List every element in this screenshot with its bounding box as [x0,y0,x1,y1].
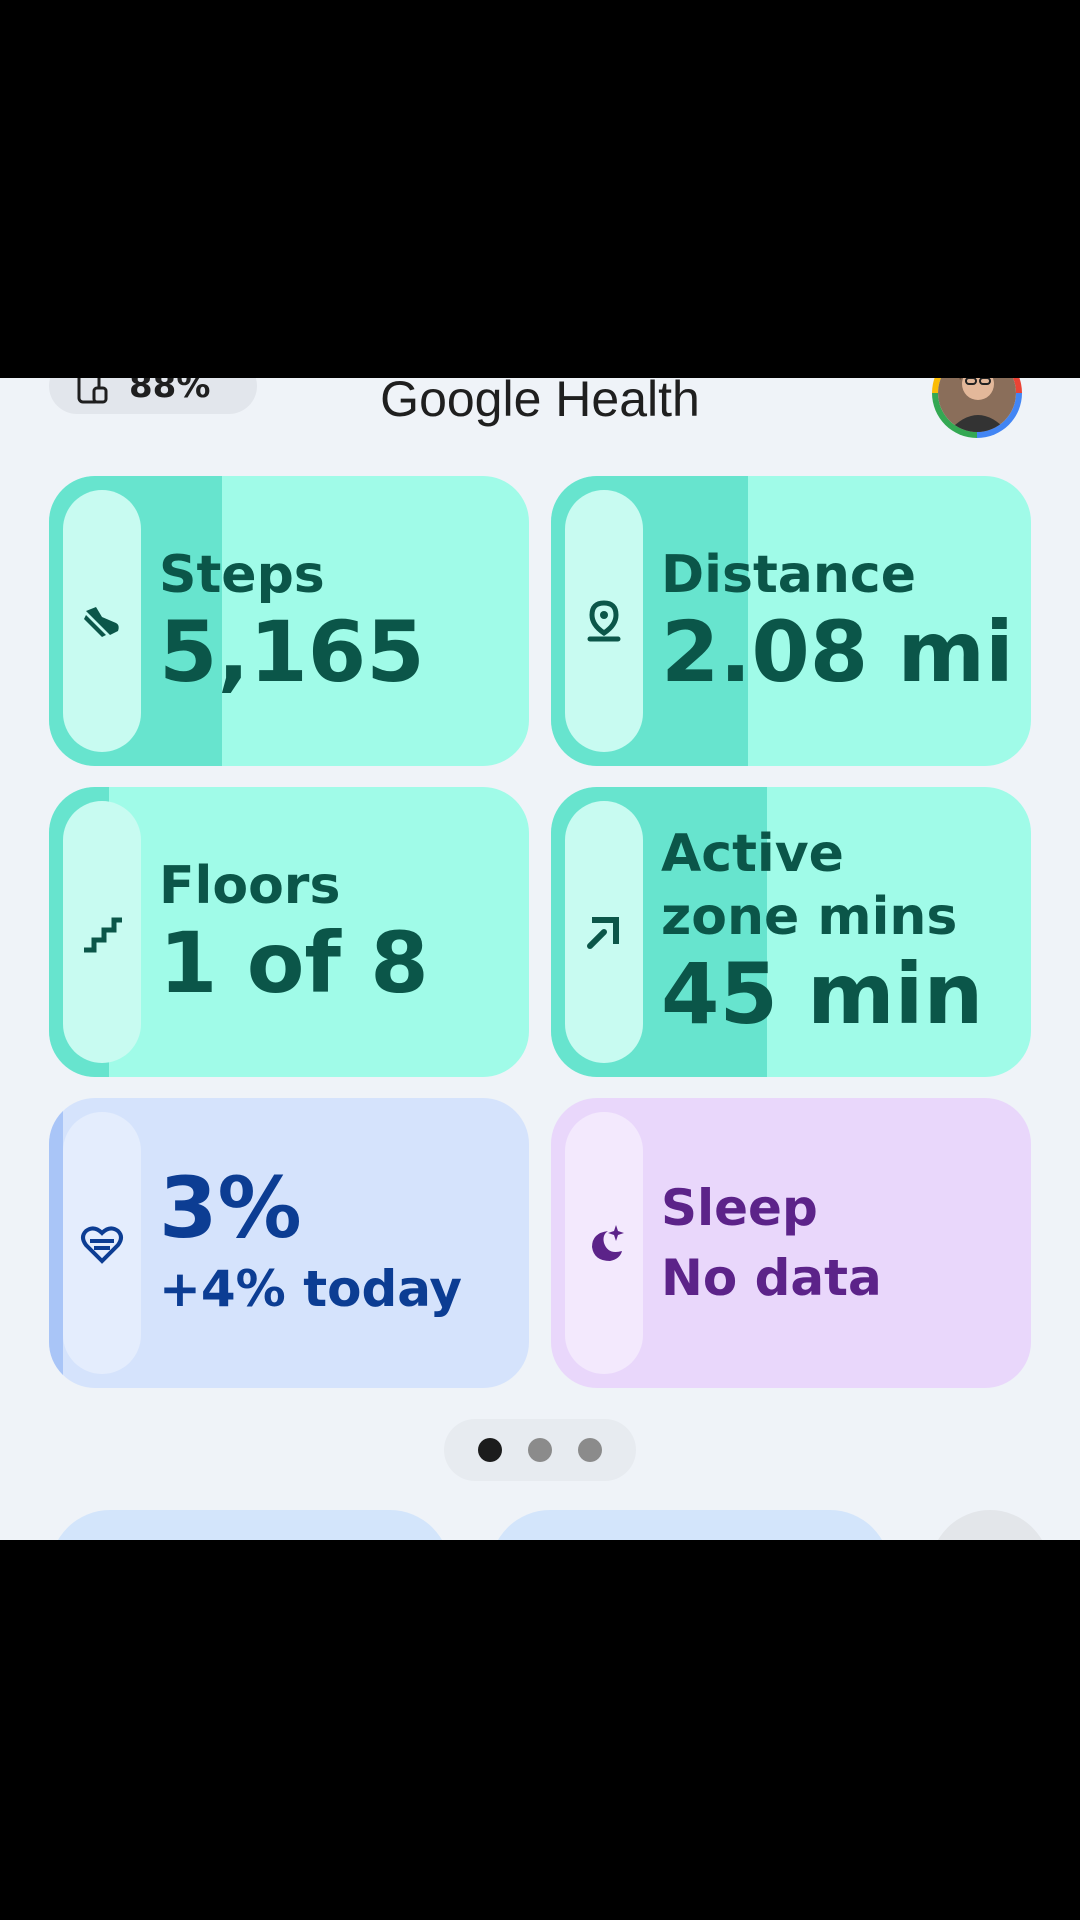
location-pin-icon [587,600,621,642]
heart-icon [81,1226,123,1264]
next-card-peek[interactable] [930,1510,1050,1540]
page-indicator[interactable] [444,1419,636,1481]
active-zone-icon-rail [565,801,643,1063]
user-photo-icon [938,378,1016,432]
sleep-tile[interactable]: Sleep No data [551,1098,1031,1388]
active-zone-value: 45 min [661,945,984,1044]
distance-icon-rail [565,490,643,752]
distance-value: 2.08 mi [661,603,1014,701]
floors-label: Floors [159,855,341,916]
heart-change: +4% today [159,1260,463,1319]
page-dot[interactable] [478,1438,502,1462]
floors-icon-rail [63,801,141,1063]
heart-progress-fill [49,1098,64,1388]
steps-icon-rail [63,490,141,752]
floors-value: 1 of 8 [159,914,429,1012]
steps-tile[interactable]: Steps 5,165 [49,476,529,766]
heart-icon-rail [63,1112,141,1374]
floors-tile[interactable]: Floors 1 of 8 [49,787,529,1077]
next-card-peek[interactable] [490,1510,890,1540]
shoe-icon [84,607,119,637]
page-dot[interactable] [578,1438,602,1462]
arrow-up-right-icon [587,917,619,949]
health-screen: 88% Google Health Steps 5,165 Distance 2… [0,378,1080,1540]
stairs-icon [84,917,122,953]
active-zone-minutes-tile[interactable]: Active zone mins 45 min [551,787,1031,1077]
sleep-value: No data [661,1249,882,1307]
sleep-icon-rail [565,1112,643,1374]
distance-label: Distance [661,544,916,605]
profile-avatar[interactable] [932,378,1022,438]
sleep-label: Sleep [661,1179,818,1237]
app-title: Google Health [380,378,700,427]
distance-tile[interactable]: Distance 2.08 mi [551,476,1031,766]
page-dot[interactable] [528,1438,552,1462]
active-zone-label-line1: Active [661,824,844,885]
heart-value: 3% [159,1158,302,1257]
moon-icon [592,1225,624,1261]
heart-tile[interactable]: 3% +4% today [49,1098,529,1388]
next-card-peek[interactable] [50,1510,450,1540]
steps-label: Steps [159,544,325,605]
steps-value: 5,165 [159,603,425,701]
active-zone-label-line2: zone mins [661,886,958,947]
